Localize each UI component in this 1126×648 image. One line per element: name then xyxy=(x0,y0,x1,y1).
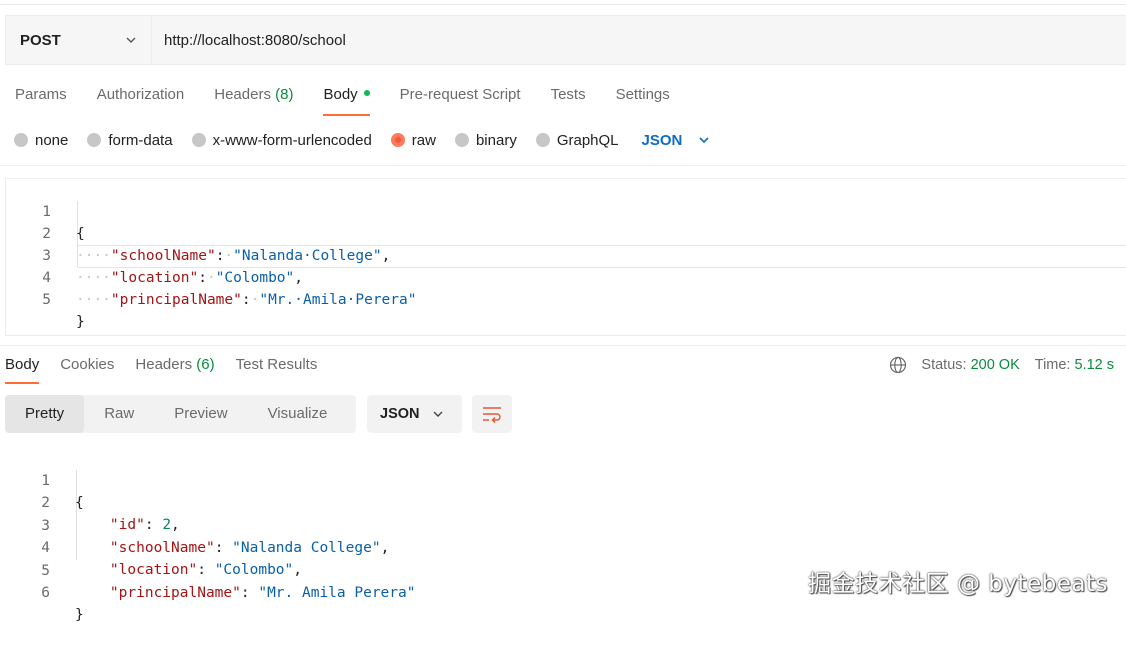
radio-label: GraphQL xyxy=(556,131,619,149)
code-line: 5 } xyxy=(6,267,1126,330)
radio-selected-icon xyxy=(390,133,405,147)
radio-label: form-data xyxy=(108,131,173,149)
request-body-editor[interactable]: 1 { 2 ····"schoolName":·"Nalanda·College… xyxy=(5,178,1126,336)
radio-binary[interactable]: binary xyxy=(454,131,517,149)
time-value[interactable]: 5.12 s xyxy=(1075,357,1115,373)
wrap-lines-button[interactable] xyxy=(472,395,512,433)
tab-cookies[interactable]: Cookies xyxy=(60,355,114,385)
modified-dot-icon xyxy=(363,90,370,97)
code-line: 2 ····"schoolName":·"Nalanda·College", xyxy=(6,201,1126,264)
tab-label: Authorization xyxy=(96,86,185,103)
json-key: "principalName" xyxy=(109,585,241,601)
view-preview-button[interactable]: Preview xyxy=(154,395,247,433)
tab-label: Pre-request Script xyxy=(399,86,521,103)
watermark: 掘金技术社区 @ bytebeats xyxy=(808,571,1108,597)
radio-label: raw xyxy=(411,131,436,149)
json-value: "Mr. Amila Perera" xyxy=(258,585,416,601)
request-tabs: Params Authorization Headers (8) Body Pr… xyxy=(15,85,700,116)
radio-label: none xyxy=(35,131,69,149)
divider xyxy=(0,165,1126,166)
response-status: Status: 200 OK Time: 5.12 s xyxy=(889,356,1114,374)
radio-form-data[interactable]: form-data xyxy=(87,131,173,149)
radio-circle-icon xyxy=(454,133,469,147)
line-number: 5 xyxy=(42,292,51,308)
body-type-options: none form-data x-www-form-urlencoded raw… xyxy=(14,128,710,152)
radio-circle-icon xyxy=(87,133,102,147)
tab-label: Headers xyxy=(135,356,193,373)
tab-pre-request-script[interactable]: Pre-request Script xyxy=(400,85,521,115)
radio-circle-icon xyxy=(191,133,206,147)
view-raw-button[interactable]: Raw xyxy=(84,395,154,433)
tab-tests[interactable]: Tests xyxy=(551,85,586,115)
radio-none[interactable]: none xyxy=(14,132,68,149)
chevron-down-icon xyxy=(433,411,443,417)
tab-label: Body xyxy=(5,356,40,373)
chevron-down-icon xyxy=(126,37,136,43)
method-selector[interactable]: POST xyxy=(6,16,152,64)
radio-label: binary xyxy=(475,131,517,149)
request-url-bar: POST http://localhost:8080/school xyxy=(5,15,1126,65)
tab-label: Test Results xyxy=(235,356,318,373)
code-text: } xyxy=(76,314,85,330)
time-label: Time: xyxy=(1034,357,1071,373)
code-line: 5 "principalName": "Mr. Amila Perera" xyxy=(5,538,705,601)
radio-x-www-form-urlencoded[interactable]: x-www-form-urlencoded xyxy=(191,131,372,149)
json-key: "principalName" xyxy=(110,292,242,308)
response-body-viewer[interactable]: 1 { 2 "id": 2, 3 "schoolName": "Nalanda … xyxy=(5,448,705,623)
chevron-down-icon xyxy=(699,137,709,144)
top-divider xyxy=(0,4,1126,5)
tab-body[interactable]: Body xyxy=(323,85,370,116)
tab-test-results[interactable]: Test Results xyxy=(236,355,318,385)
response-view-modes: Pretty Raw Preview Visualize xyxy=(5,395,356,433)
divider xyxy=(0,345,1126,346)
code-line: 6 } xyxy=(5,560,705,623)
status-label: Status: xyxy=(921,357,967,373)
radio-label: x-www-form-urlencoded xyxy=(212,131,372,149)
tab-label: Settings xyxy=(615,86,670,103)
tab-response-body[interactable]: Body xyxy=(5,355,40,385)
globe-icon[interactable] xyxy=(889,356,907,374)
tab-params[interactable]: Params xyxy=(15,85,67,115)
code-line: 4 "location": "Colombo", xyxy=(5,515,705,578)
headers-count: (6) xyxy=(196,356,215,373)
code-line: 1 { xyxy=(5,448,705,511)
url-input[interactable]: http://localhost:8080/school xyxy=(152,16,1126,64)
code-line: 4 ····"principalName":·"Mr.·Amila·Perera… xyxy=(6,245,1126,308)
line-number: 6 xyxy=(41,585,50,601)
format-label: JSON xyxy=(641,131,683,149)
tab-response-headers[interactable]: Headers (6) xyxy=(135,355,214,385)
tab-settings[interactable]: Settings xyxy=(616,85,670,115)
code-line: 1 { xyxy=(6,179,1126,242)
tab-label: Body xyxy=(323,86,358,103)
status-value[interactable]: 200 OK xyxy=(971,357,1020,373)
code-line: 3 "schoolName": "Nalanda College", xyxy=(5,493,705,556)
radio-graphql[interactable]: GraphQL xyxy=(535,131,619,149)
code-line: 3 ····"location":·"Colombo", xyxy=(6,223,1126,286)
tab-label: Cookies xyxy=(60,356,115,373)
headers-count: (8) xyxy=(275,86,294,103)
method-label: POST xyxy=(20,31,61,49)
radio-circle-icon xyxy=(535,133,550,147)
wrap-lines-icon xyxy=(483,407,501,423)
radio-circle-icon xyxy=(14,133,28,147)
radio-raw[interactable]: raw xyxy=(390,131,436,149)
json-value: "Mr.·Amila·Perera" xyxy=(259,292,417,308)
view-visualize-button[interactable]: Visualize xyxy=(248,395,348,433)
body-format-dropdown[interactable]: JSON xyxy=(642,132,711,149)
response-tabs: Body Cookies Headers (6) Test Results xyxy=(5,355,338,385)
tab-label: Params xyxy=(15,86,67,103)
tab-label: Tests xyxy=(550,86,586,103)
response-format-dropdown[interactable]: JSON xyxy=(367,395,462,433)
tab-headers[interactable]: Headers (8) xyxy=(214,85,293,115)
format-label: JSON xyxy=(380,406,420,422)
tab-label: Headers xyxy=(214,86,271,103)
code-text: } xyxy=(75,607,84,623)
view-pretty-button[interactable]: Pretty xyxy=(5,395,85,433)
tab-authorization[interactable]: Authorization xyxy=(97,85,185,115)
code-line: 2 "id": 2, xyxy=(5,470,705,533)
